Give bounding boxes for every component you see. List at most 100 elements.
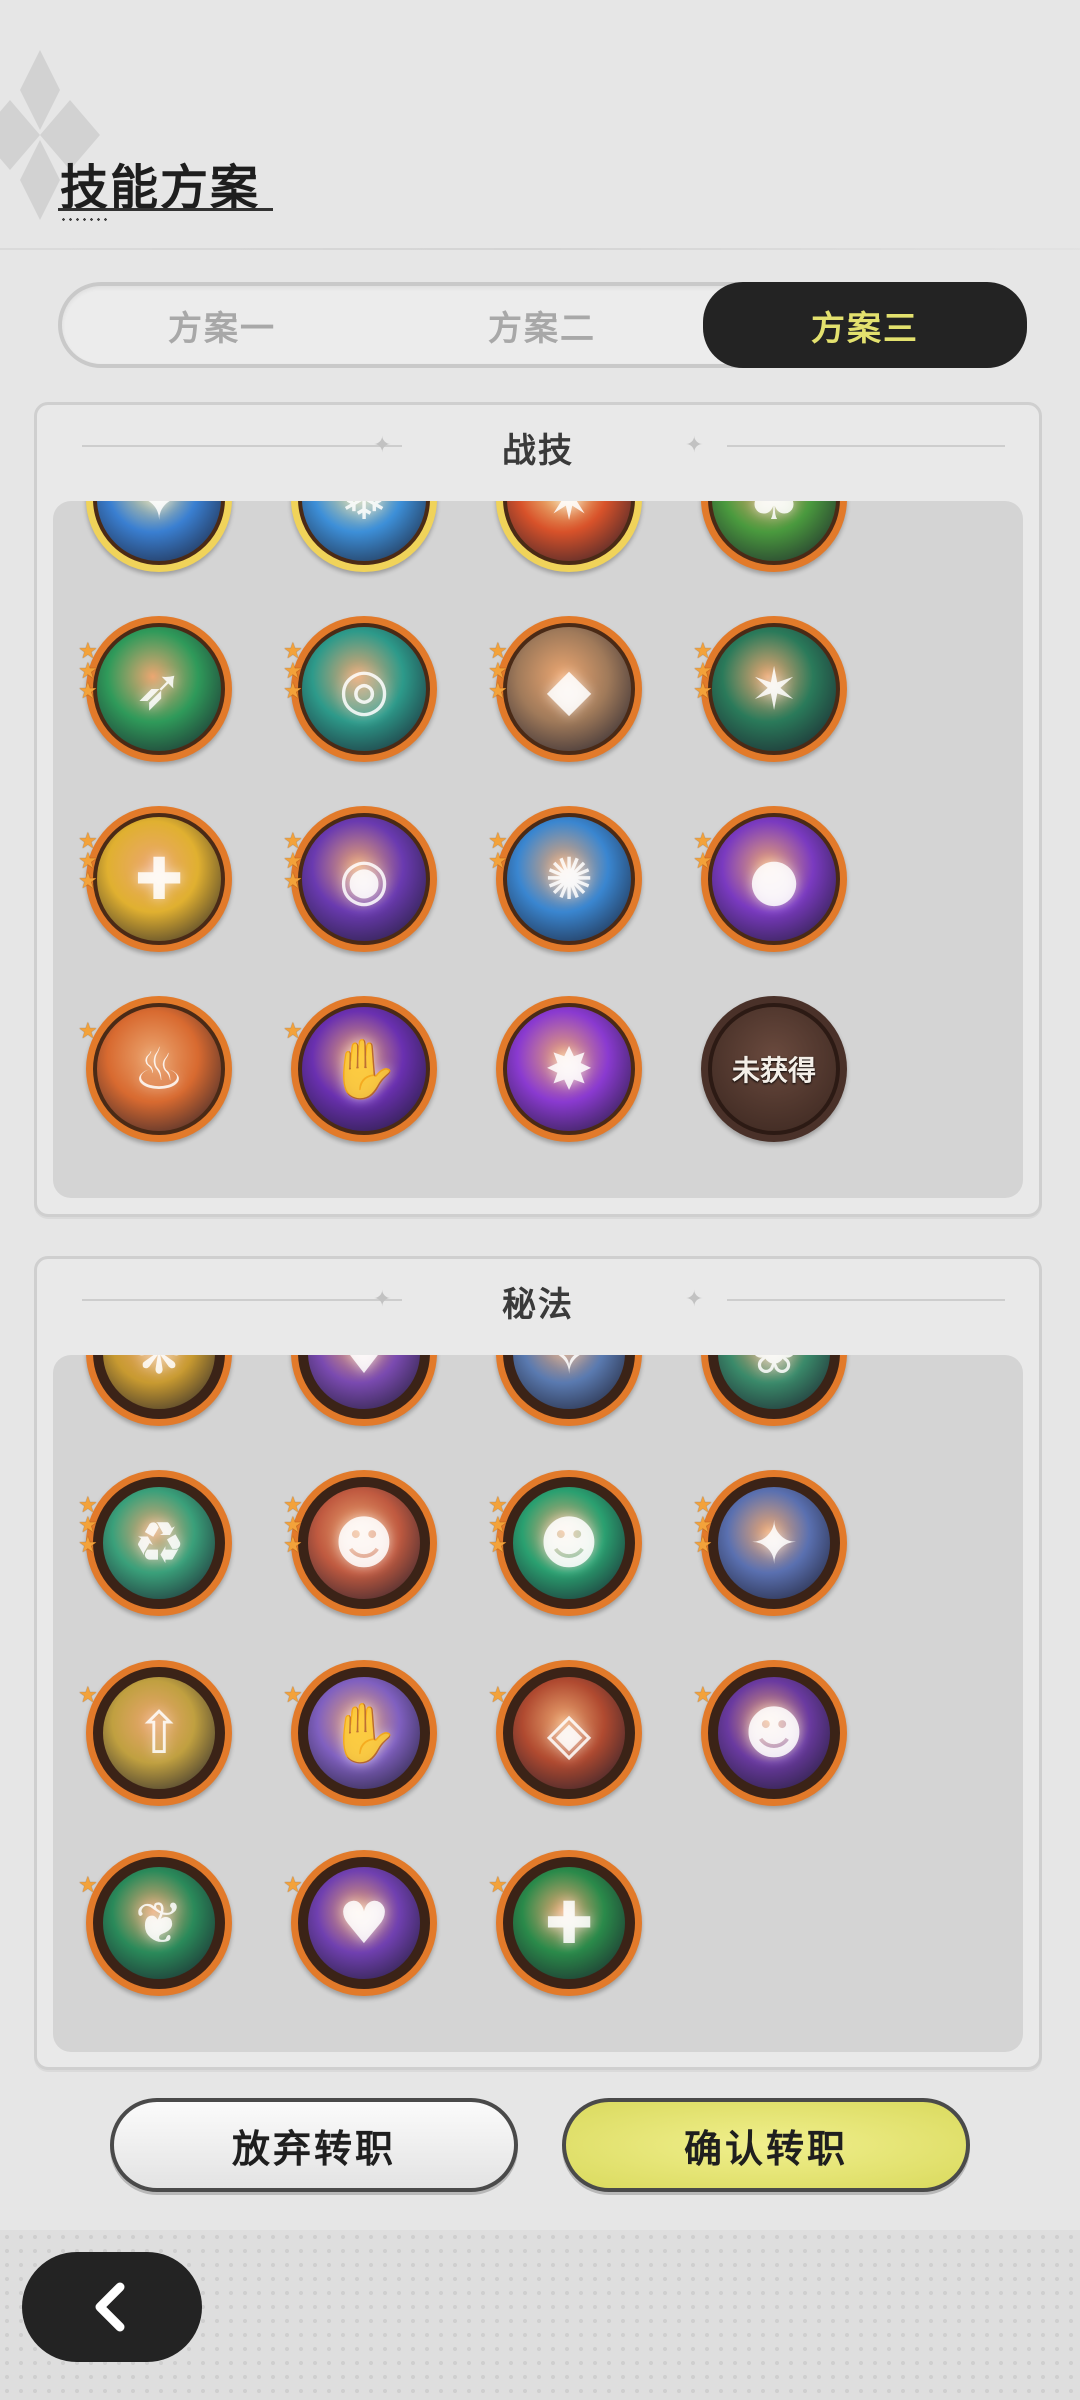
green-feather-skill-button[interactable]: ➶ ★ ★ ★ bbox=[78, 616, 232, 762]
green-figure-skill-button[interactable]: ☻ ★ ★ ★ bbox=[488, 1470, 642, 1616]
fire-orb-icon: ✷ bbox=[503, 501, 635, 565]
locked-skill-skill-button[interactable]: 未获得 bbox=[701, 996, 847, 1142]
skill-glyph: ◆ bbox=[546, 655, 592, 723]
panel-header: ✦ 秘法 ✦ bbox=[37, 1259, 1039, 1339]
fire-wolf-skill-button[interactable]: ♨ ★ bbox=[78, 996, 232, 1142]
ice-crystal-skill-button[interactable]: ❄ bbox=[291, 501, 437, 572]
skill-glyph: ❄ bbox=[302, 501, 426, 561]
green-sparkle-skill-button[interactable]: ✚ ★ bbox=[488, 1850, 642, 1996]
locked-label: 未获得 bbox=[731, 1054, 816, 1087]
section-title-combat: 战技 bbox=[502, 431, 574, 471]
purple-hand-skill-button[interactable]: ✋ ★ bbox=[283, 996, 437, 1142]
thorn-vine-skill-button[interactable]: ✶ ★ ★ ★ bbox=[693, 616, 847, 762]
combat-skills-grid[interactable]: ✦❄✷♣★➶★★★◎★★★◆★★★✶★★★✚★★★◉★★★✺★★●★★♨★✋★✸… bbox=[53, 501, 1023, 1198]
secret-skills-panel: ✦ 秘法 ✦ ❋★★♦★★✧★★❀★★♻★★★☻★★★☻★★★✦★★★⇧★✋★◈… bbox=[34, 1256, 1042, 2070]
divider-line bbox=[727, 445, 1005, 447]
green-recycle-icon: ♻ bbox=[93, 1477, 225, 1609]
star-rank: ★ ★ ★ bbox=[283, 641, 309, 703]
star-rank: ★ bbox=[283, 1683, 309, 1708]
green-clock-skill-button[interactable]: ❀★★ bbox=[701, 1355, 847, 1426]
skill-glyph: ✺ bbox=[544, 845, 594, 913]
skill-glyph: ☻ bbox=[538, 1509, 600, 1577]
star-rank: ★ bbox=[488, 1685, 514, 1707]
purple-eye-skill-button[interactable]: ◉ ★ ★ ★ bbox=[283, 806, 437, 952]
skill-glyph: ✷ bbox=[507, 501, 631, 561]
star-rank: ★ ★ ★ bbox=[488, 641, 514, 704]
green-figure-icon: ☻ bbox=[503, 1477, 635, 1609]
purple-figure-skill-button[interactable]: ☻ ★ bbox=[693, 1660, 847, 1806]
star-icon: ★ bbox=[283, 1533, 303, 1558]
purple-eye-icon: ◉ bbox=[298, 813, 430, 945]
rock-shield-skill-button[interactable]: ◆ ★ ★ ★ bbox=[488, 616, 642, 762]
star-icon: ★ bbox=[78, 1533, 98, 1558]
purple-hand-icon: ✋ bbox=[298, 1667, 430, 1799]
blue-star-icon: ✦ bbox=[708, 1477, 840, 1609]
divider-line bbox=[727, 1299, 1005, 1301]
rock-shield-icon: ◆ bbox=[503, 623, 635, 755]
broken-rock-skill-button[interactable]: ◈ ★ bbox=[488, 1660, 642, 1806]
star-icon: ★ bbox=[693, 1683, 713, 1708]
golden-bird-skill-button[interactable]: ❋★★ bbox=[86, 1355, 232, 1426]
tab-plan-2[interactable]: 方案二 bbox=[382, 286, 702, 364]
ice-burst-skill-button[interactable]: ✺ ★ ★ bbox=[488, 806, 642, 952]
star-rank: ★ bbox=[488, 1875, 514, 1897]
skill-glyph: ◉ bbox=[338, 845, 390, 913]
title-dots bbox=[60, 218, 108, 221]
star-rank: ★ bbox=[693, 1683, 719, 1708]
star-icon: ★ bbox=[283, 1873, 303, 1898]
sparkle-orb-skill-button[interactable]: ✧★★ bbox=[496, 1355, 642, 1426]
green-tree-skill-button[interactable]: ♣★ bbox=[701, 501, 847, 572]
tab-plan-1[interactable]: 方案一 bbox=[62, 286, 382, 364]
star-icon: ★ bbox=[78, 869, 98, 894]
skill-glyph: ✶ bbox=[749, 655, 799, 723]
secret-skills-grid[interactable]: ❋★★♦★★✧★★❀★★♻★★★☻★★★☻★★★✦★★★⇧★✋★◈★☻★❦★♥★… bbox=[53, 1355, 1023, 2052]
star-icon: ★ bbox=[488, 1533, 508, 1558]
star-rank: ★ ★ ★ bbox=[283, 831, 309, 893]
skill-glyph: ✸ bbox=[544, 1035, 594, 1103]
broken-rock-icon: ◈ bbox=[503, 1667, 635, 1799]
skill-glyph: ♨ bbox=[133, 1035, 185, 1103]
back-button[interactable] bbox=[22, 2252, 202, 2362]
purple-star-skill-button[interactable]: ✸ bbox=[496, 996, 642, 1142]
blue-star-skill-button[interactable]: ✦ ★ ★ ★ bbox=[693, 1470, 847, 1616]
purple-heart-skill-button[interactable]: ♥ ★ bbox=[283, 1850, 437, 1996]
green-sparkle-icon: ✚ bbox=[503, 1857, 635, 1989]
star-icon: ★ bbox=[488, 679, 508, 704]
green-wings-skill-button[interactable]: ❦ ★ bbox=[78, 1850, 232, 1996]
skill-glyph: ❦ bbox=[134, 1889, 184, 1957]
golden-arrows-skill-button[interactable]: ⇧ ★ bbox=[78, 1660, 232, 1806]
purple-orb-icon: ● bbox=[708, 813, 840, 945]
purple-orb-skill-button[interactable]: ● ★ ★ bbox=[693, 806, 847, 952]
chevron-left-icon bbox=[95, 2282, 125, 2332]
red-figure-skill-button[interactable]: ☻ ★ ★ ★ bbox=[283, 1470, 437, 1616]
star-rank: ★ ★ ★ bbox=[78, 641, 104, 704]
fire-orb-skill-button[interactable]: ✷ bbox=[496, 501, 642, 572]
wind-vortex-skill-button[interactable]: ◎ ★ ★ ★ bbox=[283, 616, 437, 762]
panel-header: ✦ 战技 ✦ bbox=[37, 405, 1039, 485]
blue-claw-skill-button[interactable]: ✦ bbox=[86, 501, 232, 572]
skill-glyph: ◎ bbox=[338, 655, 390, 723]
holy-cross-icon: ✚ bbox=[93, 813, 225, 945]
skill-glyph: ✋ bbox=[327, 1698, 401, 1767]
green-recycle-skill-button[interactable]: ♻ ★ ★ ★ bbox=[78, 1470, 232, 1616]
ice-burst-icon: ✺ bbox=[503, 813, 635, 945]
plan-tab-bar: 方案一 方案二 方案三 bbox=[58, 282, 1027, 368]
star-rank: ★ ★ ★ bbox=[693, 1495, 719, 1558]
purple-mask-skill-button[interactable]: ♦★★ bbox=[291, 1355, 437, 1426]
purple-figure-icon: ☻ bbox=[708, 1667, 840, 1799]
holy-cross-skill-button[interactable]: ✚ ★ ★ ★ bbox=[78, 806, 232, 952]
star-icon: ★ bbox=[78, 679, 98, 704]
fire-wolf-icon: ♨ bbox=[93, 1003, 225, 1135]
abandon-job-change-button[interactable]: 放弃转职 bbox=[110, 2098, 518, 2192]
star-icon: ★ bbox=[283, 1683, 303, 1708]
tab-plan-3[interactable]: 方案三 bbox=[703, 282, 1027, 368]
title-underline bbox=[58, 208, 273, 211]
section-title-secret: 秘法 bbox=[502, 1285, 574, 1325]
confirm-job-change-button[interactable]: 确认转职 bbox=[562, 2098, 970, 2192]
purple-hand-skill-button[interactable]: ✋ ★ bbox=[283, 1660, 437, 1806]
star-icon: ★ bbox=[78, 1019, 98, 1044]
star-icon: ★ bbox=[283, 1019, 303, 1044]
star-icon: ★ bbox=[693, 1533, 713, 1558]
star-rank: ★ ★ ★ bbox=[78, 831, 104, 894]
skill-glyph: ♣ bbox=[712, 501, 836, 561]
